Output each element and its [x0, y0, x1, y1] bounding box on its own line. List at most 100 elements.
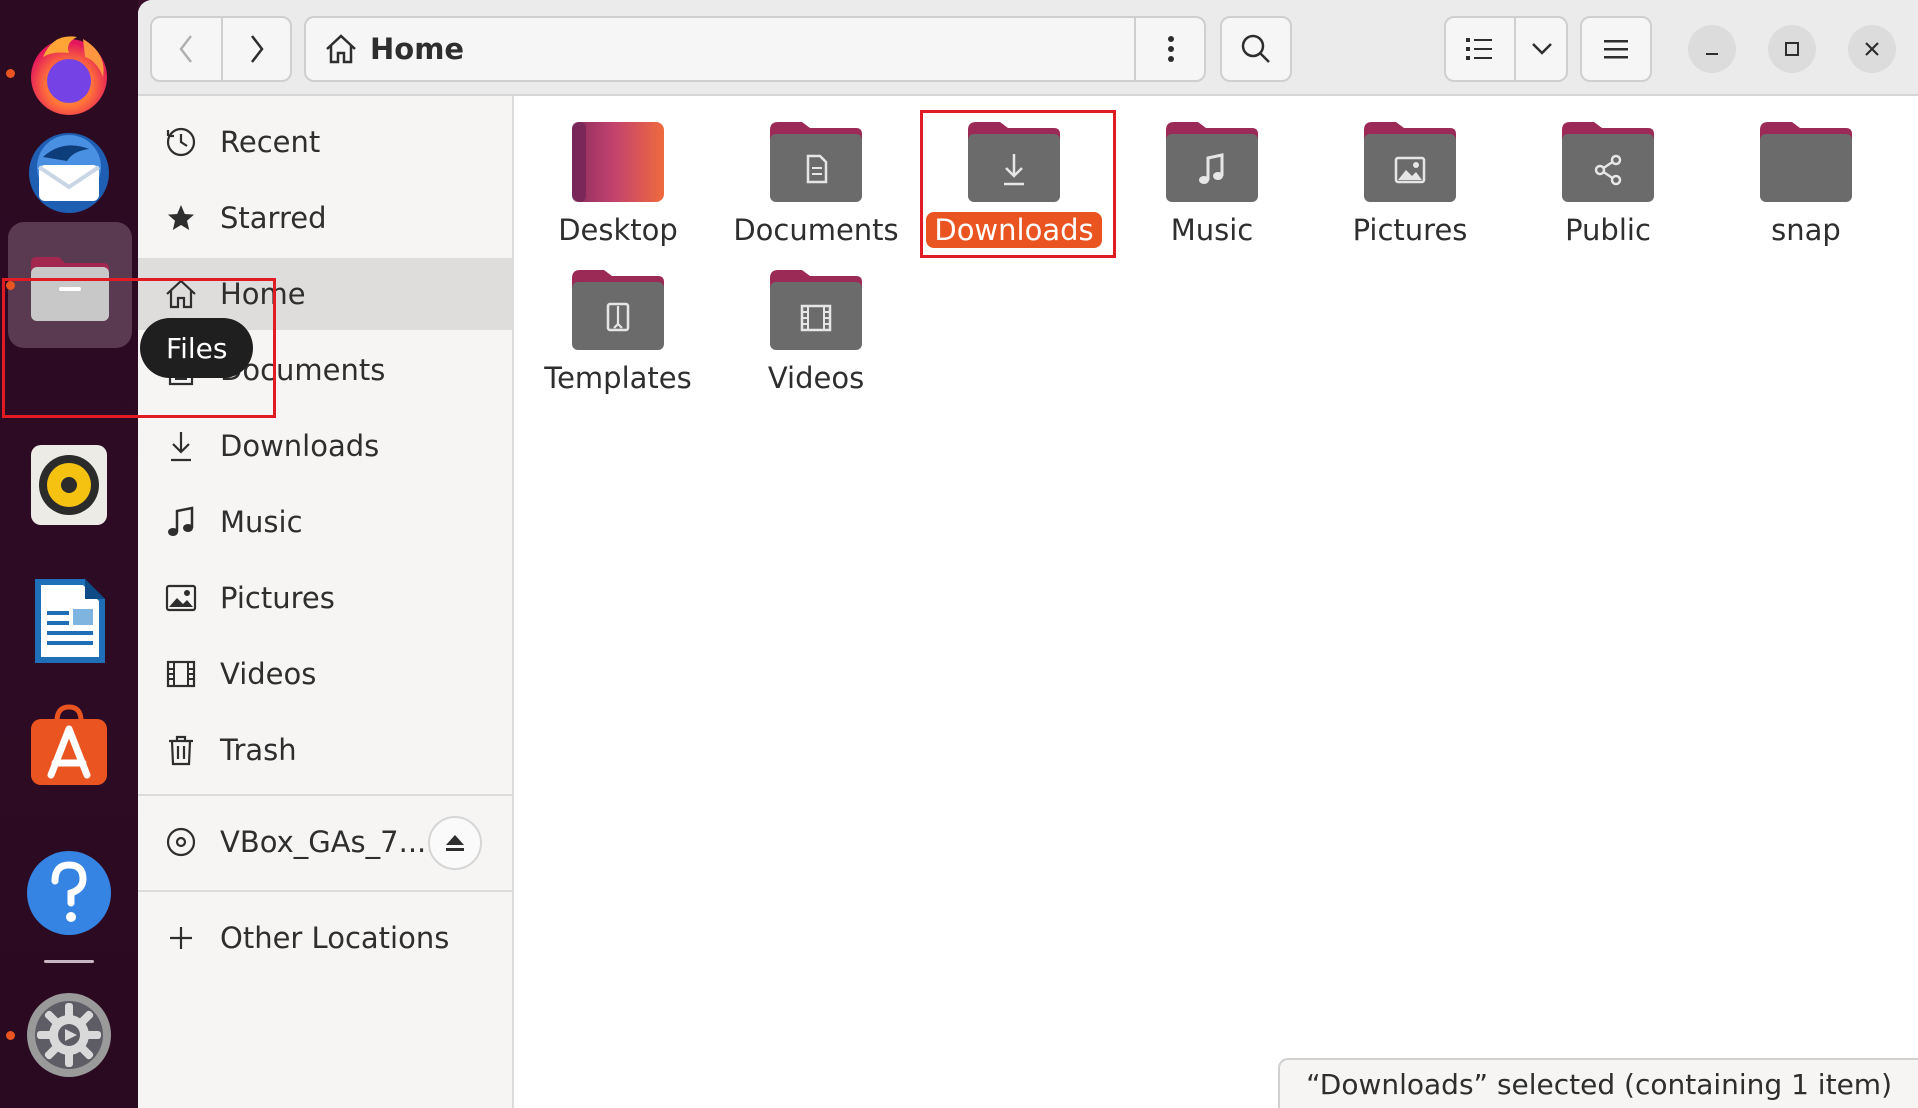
plain-folder-icon — [1760, 122, 1852, 202]
sidebar-item-label: Music — [220, 505, 303, 539]
app-center-icon — [31, 704, 107, 785]
sidebar-divider — [138, 890, 512, 892]
maximize-button[interactable] — [1768, 25, 1816, 73]
close-button[interactable] — [1848, 25, 1896, 73]
dock-settings[interactable] — [0, 970, 138, 1100]
firefox-icon — [31, 36, 107, 115]
templates-folder-icon — [572, 270, 664, 350]
disc-icon — [164, 825, 198, 859]
forward-arrow-icon — [251, 35, 264, 63]
film-icon — [164, 657, 198, 691]
search-icon — [1241, 34, 1270, 63]
videos-folder-icon — [770, 270, 862, 350]
file-item-snap[interactable]: snap — [1710, 102, 1902, 248]
main-menu-button[interactable] — [1580, 16, 1652, 82]
file-item-documents[interactable]: Documents — [720, 102, 912, 248]
sidebar-item-pictures[interactable]: Pictures — [138, 562, 512, 634]
list-view-button[interactable] — [1446, 18, 1512, 80]
music-note-icon — [164, 505, 198, 539]
path-menu-button[interactable] — [1138, 18, 1204, 80]
path-label[interactable]: Home — [370, 32, 464, 66]
sidebar-item-videos[interactable]: Videos — [138, 638, 512, 710]
running-indicator — [6, 69, 15, 78]
plus-icon — [164, 921, 198, 955]
dock-thunderbird[interactable] — [0, 108, 138, 238]
sidebar-item-starred[interactable]: Starred — [138, 182, 512, 254]
sidebar-item-label: Other Locations — [220, 921, 450, 955]
minimize-button[interactable] — [1688, 25, 1736, 73]
home-icon — [326, 34, 356, 64]
chevron-down-icon — [1532, 43, 1552, 55]
close-icon — [1865, 42, 1879, 56]
clock-icon — [164, 125, 198, 159]
file-item-desktop[interactable]: Desktop — [522, 102, 714, 248]
sidebar-item-downloads[interactable]: Downloads — [138, 410, 512, 482]
dock-libreoffice-writer[interactable] — [0, 556, 138, 686]
sidebar-item-music[interactable]: Music — [138, 486, 512, 558]
trash-icon — [164, 733, 198, 767]
sidebar-item-vbox-drive[interactable]: VBox_GAs_7.... — [138, 806, 512, 878]
highlight-box-downloads — [920, 110, 1116, 258]
file-label: Desktop — [558, 213, 678, 247]
dock-rhythmbox[interactable] — [0, 420, 138, 550]
sidebar-item-trash[interactable]: Trash — [138, 714, 512, 786]
sidebar-item-recent[interactable]: Recent — [138, 106, 512, 178]
eject-icon — [446, 835, 464, 851]
sidebar-item-label: Videos — [220, 657, 317, 691]
running-indicator — [6, 1031, 15, 1040]
help-icon — [27, 851, 111, 935]
back-arrow-icon — [179, 35, 192, 63]
star-icon — [164, 201, 198, 235]
dock-help[interactable] — [0, 828, 138, 958]
eject-button[interactable] — [428, 816, 482, 870]
writer-icon — [35, 579, 105, 663]
path-bar[interactable]: Home — [304, 16, 1206, 82]
download-icon — [164, 429, 198, 463]
sidebar-item-label: Recent — [220, 125, 321, 159]
file-label: Music — [1170, 213, 1254, 247]
file-label: Videos — [767, 361, 865, 395]
rhythmbox-icon — [31, 445, 107, 525]
back-button[interactable] — [152, 18, 220, 80]
sidebar-item-other-locations[interactable]: Other Locations — [138, 902, 512, 974]
sidebar: Recent Starred Home Documents Downloads — [138, 96, 514, 1108]
list-view-icon — [1466, 38, 1492, 60]
minimize-icon — [1706, 53, 1718, 55]
file-item-videos[interactable]: Videos — [720, 250, 912, 396]
public-folder-icon — [1562, 122, 1654, 202]
sidebar-item-label: Pictures — [220, 581, 335, 615]
dock — [0, 0, 138, 1108]
file-item-pictures[interactable]: Pictures — [1314, 102, 1506, 248]
navigation-buttons — [150, 16, 292, 82]
sidebar-divider — [138, 794, 512, 796]
sidebar-item-label: Starred — [220, 201, 327, 235]
pictures-folder-icon — [1364, 122, 1456, 202]
view-buttons — [1444, 16, 1568, 82]
headerbar: Home — [138, 0, 1918, 96]
file-grid: Desktop Documents Downloads Music Pictur… — [516, 96, 1918, 1108]
search-button[interactable] — [1220, 16, 1292, 82]
file-label: Documents — [733, 213, 899, 247]
file-label: Templates — [544, 361, 692, 395]
desktop-folder-icon — [572, 122, 664, 202]
file-label: snap — [1771, 213, 1841, 247]
forward-button[interactable] — [223, 18, 291, 80]
dock-app-center[interactable] — [0, 680, 138, 810]
music-folder-icon — [1166, 122, 1258, 202]
hamburger-menu-icon — [1604, 40, 1628, 59]
maximize-icon — [1785, 42, 1799, 56]
dock-separator — [44, 960, 94, 963]
file-label: Pictures — [1352, 213, 1468, 247]
settings-icon — [27, 993, 111, 1077]
file-label: Public — [1565, 213, 1651, 247]
file-item-templates[interactable]: Templates — [522, 250, 714, 396]
sidebar-item-label: Downloads — [220, 429, 380, 463]
thunderbird-icon — [29, 133, 109, 213]
status-bar: “Downloads” selected (containing 1 item) — [1278, 1058, 1918, 1108]
view-options-button[interactable] — [1516, 18, 1568, 80]
picture-icon — [164, 581, 198, 615]
sidebar-item-label: VBox_GAs_7.... — [220, 825, 436, 859]
highlight-box-files — [2, 278, 276, 418]
file-item-music[interactable]: Music — [1116, 102, 1308, 248]
file-item-public[interactable]: Public — [1512, 102, 1704, 248]
